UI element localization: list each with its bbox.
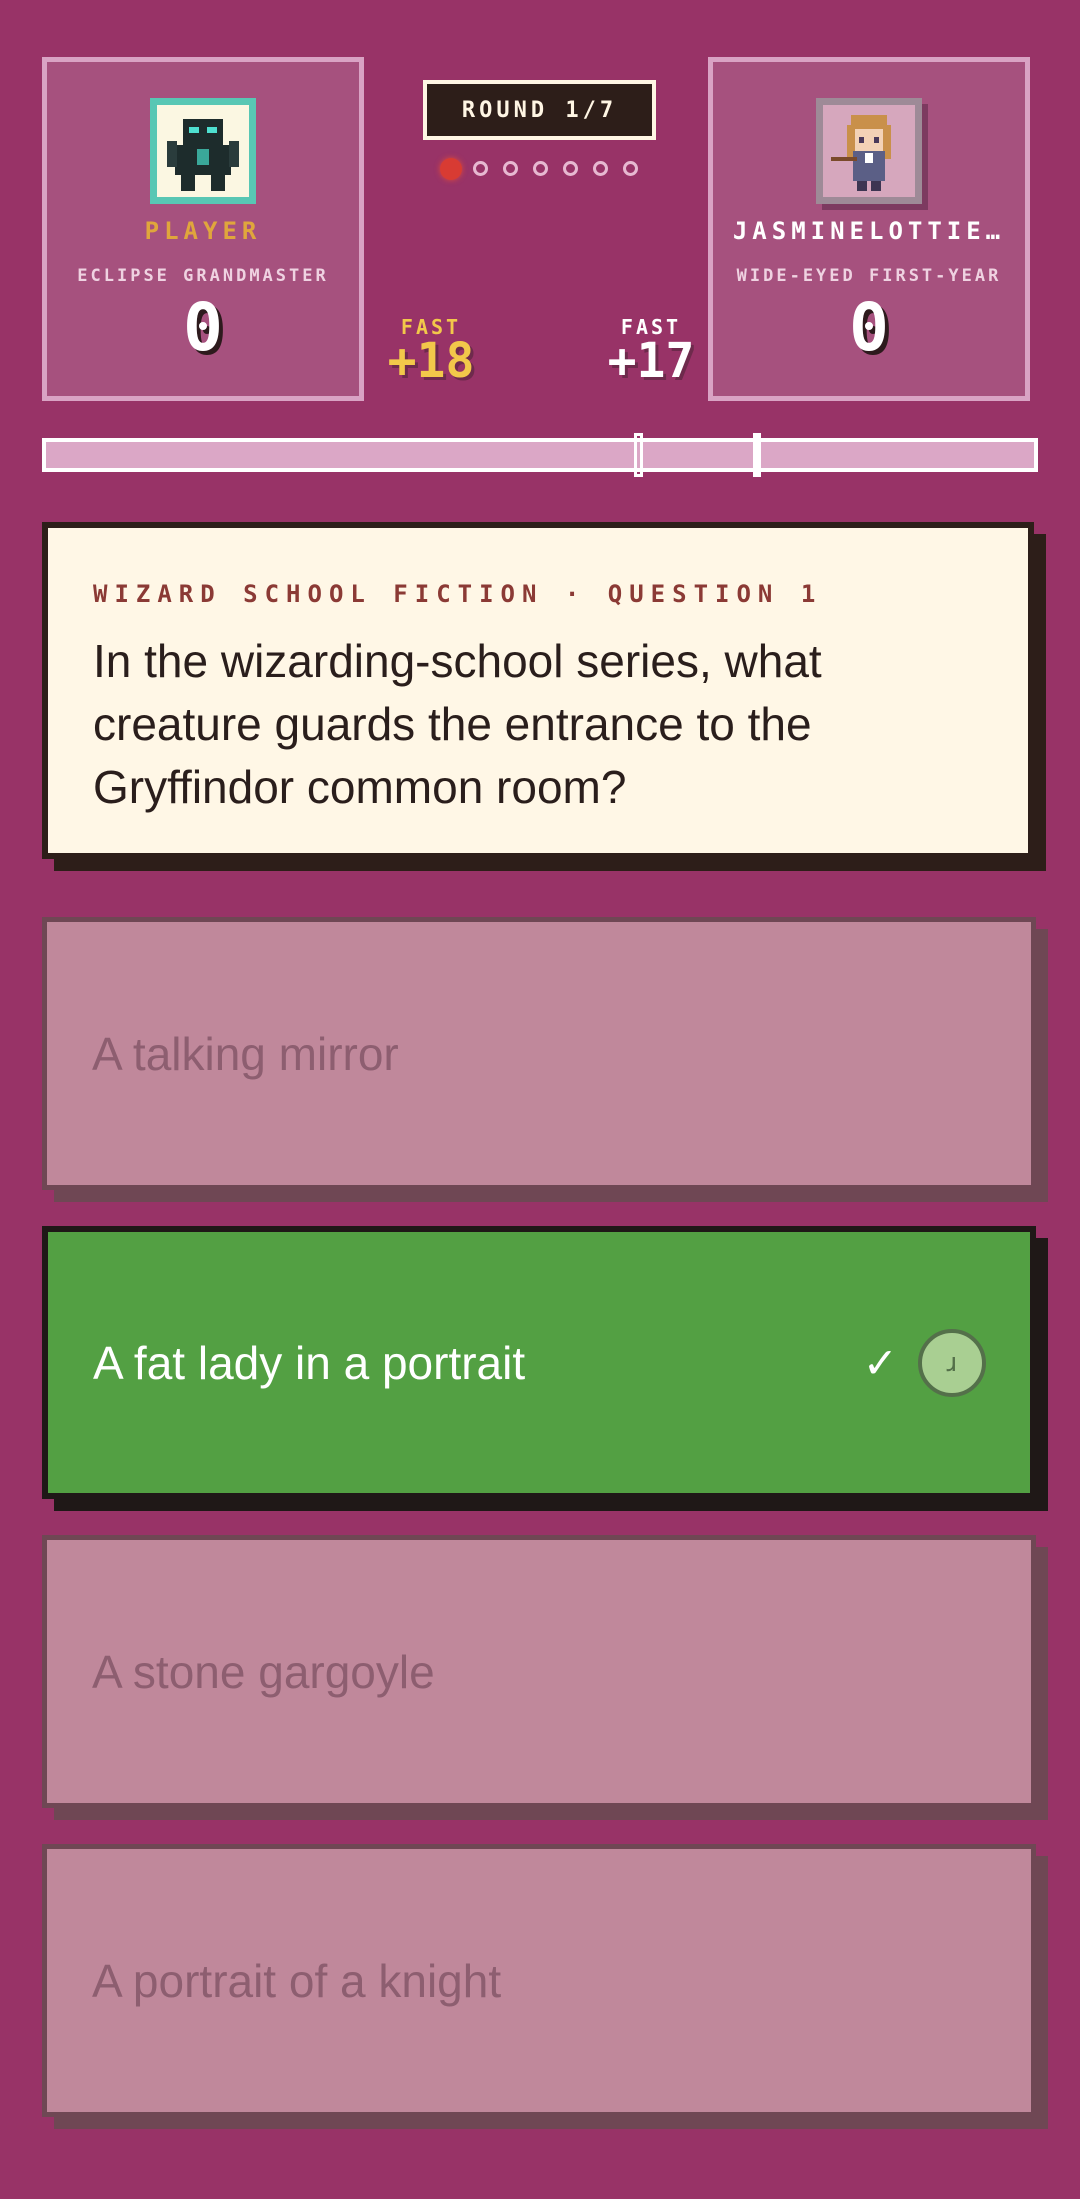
score-progress-bar — [42, 433, 1038, 477]
checkmark-icon: ✓ — [862, 1338, 898, 1387]
answer-label: A stone gargoyle — [92, 1645, 435, 1698]
wizard-girl-avatar-icon — [823, 105, 915, 197]
question-card: WIZARD SCHOOL FICTION · QUESTION 1 In th… — [42, 522, 1034, 859]
opponent-fast-bonus: FAST +17 — [590, 317, 712, 385]
round-badge: ROUND 1/7 — [423, 80, 656, 140]
answer-label: A fat lady in a portrait — [93, 1336, 526, 1389]
round-dot — [593, 161, 608, 176]
player-score: 0 — [183, 289, 223, 366]
round-progress-dots — [440, 158, 640, 180]
answer-label: A talking mirror — [92, 1027, 399, 1080]
opponent-card: JASMINELOTTIE… WIDE-EYED FIRST-YEAR 0 — [708, 57, 1030, 401]
question-category: WIZARD SCHOOL FICTION · QUESTION 1 — [93, 580, 823, 608]
opponent-avatar — [816, 98, 922, 204]
player-name: PLAYER — [144, 217, 262, 245]
answer-label: A portrait of a knight — [92, 1954, 502, 2007]
round-dot — [533, 161, 548, 176]
opponent-progress-marker — [753, 433, 762, 477]
round-dot — [503, 161, 518, 176]
round-dot — [563, 161, 578, 176]
answer-option-4[interactable]: A portrait of a knight — [42, 1844, 1036, 2117]
opponent-title: WIDE-EYED FIRST-YEAR — [736, 266, 1002, 286]
round-dot — [623, 161, 638, 176]
round-dot — [473, 161, 488, 176]
opponent-name: JASMINELOTTIE… — [732, 217, 1006, 245]
opponent-fast-value: +17 — [607, 333, 695, 389]
player-fast-value: +18 — [387, 333, 475, 389]
question-text: In the wizarding-school series, what cre… — [93, 635, 822, 813]
player-avatar — [150, 98, 256, 204]
player-fast-bonus: FAST +18 — [370, 317, 492, 385]
answer-option-3[interactable]: A stone gargoyle — [42, 1535, 1036, 1808]
answer-option-2-correct[interactable]: A fat lady in a portrait ✓ ɹ — [42, 1226, 1036, 1499]
answer-option-1[interactable]: A talking mirror — [42, 917, 1036, 1190]
opponent-score: 0 — [849, 289, 889, 366]
player-title: ECLIPSE GRANDMASTER — [77, 266, 329, 286]
player-progress-marker — [633, 433, 643, 477]
opponent-pick-avatar-icon: ɹ — [918, 1328, 986, 1397]
dark-knight-avatar-icon — [157, 105, 249, 197]
round-dot-current — [440, 158, 462, 180]
player-card: PLAYER ECLIPSE GRANDMASTER 0 — [42, 57, 364, 401]
